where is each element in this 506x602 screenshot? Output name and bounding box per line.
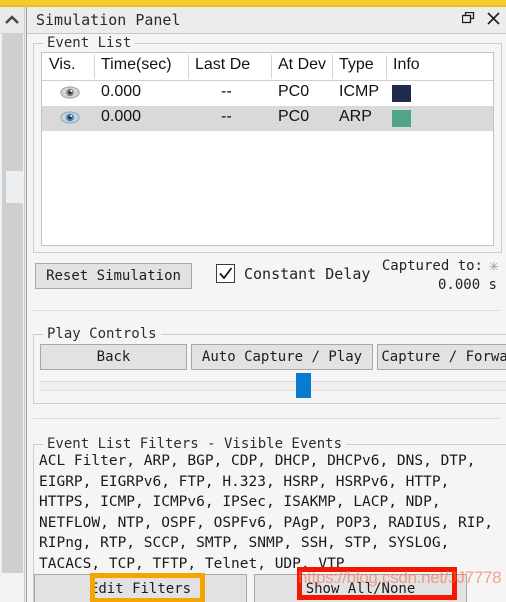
divider [33,418,500,419]
table-row[interactable]: 0.000 -- PC0 ICMP [42,81,493,106]
column-header-vis[interactable]: Vis. [49,56,93,74]
panel-frame: Simulation Panel Event List Vis. Time(se… [26,7,506,602]
capture-forward-button[interactable]: Capture / Forward [377,344,506,370]
cell-info-color-swatch [392,110,411,127]
captured-to-label: Captured to: [381,258,483,274]
cell-last-device: -- [221,108,232,125]
captured-to-readout: Captured to: ✳ 0.000 s [381,256,499,295]
play-controls-group: Play Controls Back Auto Capture / Play C… [33,326,506,404]
scrollbar-thumb[interactable] [6,171,23,203]
top-accent-bar [0,0,506,7]
event-list-table[interactable]: Vis. Time(sec) Last De At Dev Type Info [41,52,494,246]
protocol-line: EIGRP, EIGRPv6, FTP, H.323, HSRP, HSRPv6… [39,473,450,490]
header-divider[interactable] [188,55,189,79]
play-controls-buttons: Back Auto Capture / Play Capture / Forwa… [40,344,506,370]
check-icon [219,267,233,280]
constant-delay-checkbox[interactable] [216,264,235,283]
auto-capture-play-button[interactable]: Auto Capture / Play [191,344,373,370]
left-scrollbar[interactable] [0,7,25,602]
column-header-type[interactable]: Type [339,56,385,74]
column-header-time[interactable]: Time(sec) [101,56,187,74]
captured-to-value: 0.000 s [437,277,497,293]
scrollbar-bottom-pad [2,573,23,602]
header-divider[interactable] [332,55,333,79]
close-icon[interactable] [486,11,501,26]
asterisk-icon: ✳ [488,256,499,276]
table-row[interactable]: 0.000 -- PC0 ARP [42,106,493,131]
captured-to-label-line: Captured to: ✳ [381,256,499,276]
scroll-up-arrow-icon[interactable] [0,7,24,34]
visible-protocols-list: ACL Filter, ARP, BGP, CDP, DHCP, DHCPv6,… [39,451,506,574]
column-header-last-device[interactable]: Last De [195,56,270,74]
simulation-panel-window: Simulation Panel Event List Vis. Time(se… [0,0,506,602]
constant-delay-checkbox-group[interactable]: Constant Delay [216,264,370,283]
watermark-text: https://blog.csdn.net/JJ7778 [298,568,502,587]
protocol-line: NETFLOW, NTP, OSPF, OSPFv6, PAgP, POP3, … [39,514,493,531]
eye-icon[interactable] [60,111,80,124]
event-list-group: Event List Vis. Time(sec) Last De At Dev… [33,35,502,253]
window-buttons [461,11,501,26]
cell-info-color-swatch [392,85,411,102]
event-list-group-label: Event List [43,35,136,51]
event-list-header-row: Vis. Time(sec) Last De At Dev Type Info [42,53,493,81]
cell-type: ICMP [339,83,379,100]
cell-at-device: PC0 [278,108,310,125]
protocol-line: ACL Filter, ARP, BGP, CDP, DHCP, DHCPv6,… [39,453,476,469]
scrollbar-track[interactable] [2,33,23,573]
protocol-line: HTTPS, ICMP, ICMPv6, IPSec, ISAKMP, LACP… [39,494,441,510]
cell-type: ARP [339,108,372,125]
title-bar: Simulation Panel [27,7,506,34]
cell-time: 0.000 [101,83,142,100]
slider-handle[interactable] [296,373,311,398]
back-button[interactable]: Back [40,344,187,370]
event-list-filters-group-label: Event List Filters - Visible Events [43,436,347,452]
constant-delay-label: Constant Delay [244,264,371,283]
header-divider[interactable] [94,55,95,79]
header-divider[interactable] [386,55,387,79]
play-speed-slider[interactable] [40,373,506,398]
protocol-line: RIPng, RTP, SCCP, SMTP, SNMP, SSH, STP, … [39,535,450,551]
column-header-info[interactable]: Info [393,56,473,74]
eye-icon[interactable] [60,86,80,99]
window-title: Simulation Panel [36,11,181,29]
cell-time: 0.000 [101,108,142,125]
header-divider[interactable] [271,55,272,79]
divider [33,310,500,311]
column-header-at-device[interactable]: At Dev [278,56,331,74]
edit-filters-highlight-box [90,573,205,602]
play-controls-group-label: Play Controls [43,326,161,342]
cell-last-device: -- [221,83,232,100]
reset-simulation-button[interactable]: Reset Simulation [35,263,192,289]
cell-at-device: PC0 [278,83,310,100]
restore-icon[interactable] [461,11,476,26]
